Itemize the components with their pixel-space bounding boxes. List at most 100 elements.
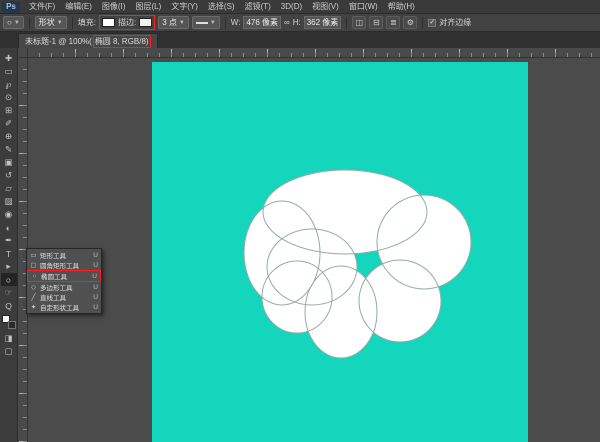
color-swatches[interactable] [2, 315, 16, 329]
menu-item-select[interactable]: 选择(S) [203, 0, 240, 14]
hand-tool[interactable]: ☞ [1, 286, 17, 299]
stroke-width-select[interactable]: 3 点 ▼ [158, 16, 189, 29]
path-alignment-icon[interactable]: ⊟ [369, 16, 383, 29]
fill-label: 填充: [78, 17, 96, 28]
flyout-item-label: 直线工具 [40, 292, 90, 302]
blur-tool[interactable]: ◉ [1, 208, 17, 221]
menu-item-image[interactable]: 图像(I) [97, 0, 131, 14]
menu-item-window[interactable]: 窗口(W) [344, 0, 383, 14]
custom-shape-icon: ✦ [30, 303, 37, 311]
tool-mode-select[interactable]: 形状 ▼ [35, 16, 67, 29]
document-title-prefix: 未标题-1 @ 100%( [25, 36, 92, 47]
clone-stamp-tool[interactable]: ▣ [1, 156, 17, 169]
shortcut-key: U [92, 273, 97, 280]
flyout-item-label: 椭圆工具 [41, 271, 89, 281]
menu-item-layer[interactable]: 图层(L) [130, 0, 166, 14]
horizontal-ruler [28, 48, 600, 58]
width-input[interactable]: 476 像素 [243, 16, 281, 29]
link-dimensions-icon[interactable]: ∞ [284, 18, 290, 27]
tool-mode-value: 形状 [39, 17, 55, 28]
shortcut-key: U [93, 304, 98, 311]
width-label: W: [231, 18, 241, 27]
line-icon: ╱ [30, 293, 37, 301]
move-tool[interactable]: ✚ [1, 52, 17, 65]
zoom-tool[interactable]: Q [1, 299, 17, 312]
dodge-tool[interactable]: ◐ [1, 221, 17, 234]
separator [29, 17, 30, 29]
polygon-icon: ◇ [30, 283, 37, 291]
stroke-color-swatch[interactable] [139, 18, 152, 27]
path-selection-tool[interactable]: ▸ [1, 260, 17, 273]
quick-mask-button[interactable]: ◨ [1, 332, 17, 345]
rounded-rectangle-icon: ▢ [30, 261, 37, 269]
fill-stroke-annotation-box: 描边: [99, 15, 155, 30]
menu-bar: Ps 文件(F) 编辑(E) 图像(I) 图层(L) 文字(Y) 选择(S) 滤… [0, 0, 600, 14]
separator [72, 17, 73, 29]
menu-item-filter[interactable]: 滤镜(T) [240, 0, 276, 14]
stroke-style-picker[interactable]: ▼ [192, 16, 220, 29]
menu-item-file[interactable]: 文件(F) [24, 0, 60, 14]
flyout-item-label: 圆角矩形工具 [40, 260, 90, 270]
height-input[interactable]: 362 像素 [304, 16, 342, 29]
history-brush-tool[interactable]: ↺ [1, 169, 17, 182]
ellipse-shape-tool[interactable]: ○ [1, 273, 17, 286]
ellipse-icon: ○ [31, 273, 38, 280]
chevron-down-icon: ▼ [57, 20, 63, 26]
separator [225, 17, 226, 29]
screen-mode-button[interactable]: ▢ [1, 345, 17, 358]
flyout-item-custom-shape-tool[interactable]: ✦ 自定形状工具 U [27, 302, 101, 312]
document-title-annotation-box: 椭圆 8, RGB/8) [93, 35, 151, 48]
align-edges-checkbox[interactable]: ✓ [428, 19, 436, 27]
path-operations-icon[interactable]: ◫ [352, 16, 366, 29]
crop-tool[interactable]: ⊞ [1, 104, 17, 117]
chevron-down-icon: ▼ [210, 20, 216, 26]
ellipse-tool-icon: ○ [7, 18, 12, 27]
shortcut-key: U [93, 294, 98, 301]
flyout-item-rectangle-tool[interactable]: ▭ 矩形工具 U [27, 250, 101, 260]
type-tool[interactable]: T [1, 247, 17, 260]
stroke-label: 描边: [118, 17, 136, 28]
healing-brush-tool[interactable]: ⊕ [1, 130, 17, 143]
tool-options-bar: ○ ▼ 形状 ▼ 填充: 描边: 3 点 ▼ ▼ W: 476 像素 ∞ H: … [0, 14, 600, 32]
flyout-item-label: 多边形工具 [40, 282, 90, 292]
quick-selection-tool[interactable]: ⊙ [1, 91, 17, 104]
path-arrange-icon[interactable]: ≣ [386, 16, 400, 29]
background-color-swatch[interactable] [8, 321, 16, 329]
canvas[interactable] [152, 62, 528, 442]
document-tab[interactable]: 未标题-1 @ 100%( 椭圆 8, RGB/8) [18, 33, 158, 48]
shortcut-key: U [93, 284, 98, 291]
eyedropper-tool[interactable]: ✐ [1, 117, 17, 130]
ruler-corner [18, 48, 28, 58]
gear-icon[interactable]: ⚙ [403, 16, 417, 29]
gradient-tool[interactable]: ▨ [1, 195, 17, 208]
chevron-down-icon: ▼ [14, 20, 20, 26]
shortcut-key: U [93, 252, 98, 259]
flyout-item-line-tool[interactable]: ╱ 直线工具 U [27, 292, 101, 302]
separator [422, 17, 423, 29]
marquee-tool[interactable]: ▭ [1, 65, 17, 78]
separator [346, 17, 347, 29]
tools-panel: ✚ ▭ ℘ ⊙ ⊞ ✐ ⊕ ✎ ▣ ↺ ▱ ▨ ◉ ◐ ✒ T ▸ ○ ☞ Q … [0, 48, 18, 442]
flyout-item-rounded-rectangle-tool[interactable]: ▢ 圆角矩形工具 U [27, 260, 101, 270]
shape-tools-flyout-menu: ▭ 矩形工具 U ▢ 圆角矩形工具 U ○ 椭圆工具 U ◇ 多边形工具 U ╱… [26, 248, 102, 314]
photoshop-logo: Ps [2, 1, 20, 13]
document-tab-bar: 未标题-1 @ 100%( 椭圆 8, RGB/8) [0, 32, 600, 48]
tool-preset-picker[interactable]: ○ ▼ [3, 16, 24, 29]
menu-item-3d[interactable]: 3D(D) [276, 0, 307, 14]
flyout-item-polygon-tool[interactable]: ◇ 多边形工具 U [27, 282, 101, 292]
solid-line-icon [196, 22, 208, 24]
flyout-item-label: 自定形状工具 [40, 302, 90, 312]
menu-item-type[interactable]: 文字(Y) [166, 0, 203, 14]
chevron-down-icon: ▼ [179, 20, 185, 26]
menu-item-help[interactable]: 帮助(H) [383, 0, 420, 14]
pen-tool[interactable]: ✒ [1, 234, 17, 247]
brush-tool[interactable]: ✎ [1, 143, 17, 156]
menu-item-view[interactable]: 视图(V) [307, 0, 344, 14]
eraser-tool[interactable]: ▱ [1, 182, 17, 195]
fill-color-swatch[interactable] [102, 18, 115, 27]
shortcut-key: U [93, 262, 98, 269]
lasso-tool[interactable]: ℘ [1, 78, 17, 91]
menu-item-edit[interactable]: 编辑(E) [60, 0, 97, 14]
flyout-item-ellipse-tool[interactable]: ○ 椭圆工具 U [27, 270, 101, 282]
cloud-shape-svg [152, 62, 528, 442]
